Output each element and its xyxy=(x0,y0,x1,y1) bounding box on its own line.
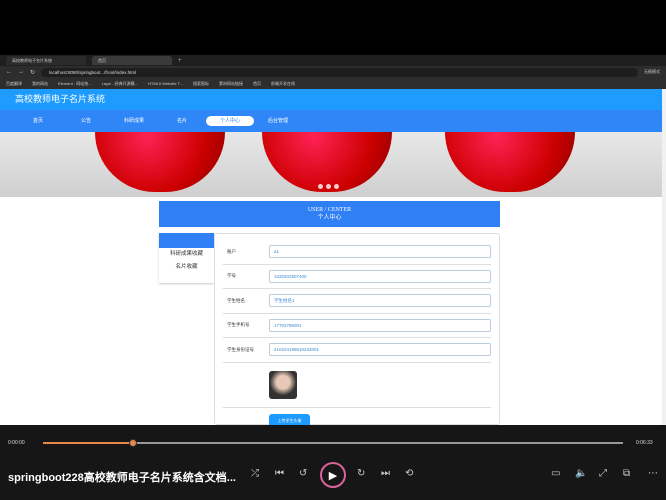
nav-admin[interactable]: 后台管理 xyxy=(254,116,302,126)
user-center-heading: USER / CENTER 个人中心 xyxy=(159,201,500,227)
bookmark[interactable]: HTML5 Website T... xyxy=(148,81,183,86)
heading-cn: 个人中心 xyxy=(317,215,342,221)
id-card-input[interactable]: 410224199610232001 xyxy=(269,343,491,357)
rewind-10-icon[interactable]: ↺ xyxy=(299,468,307,479)
browser-tab-bar: 高校教师电子名片系统 首页 + xyxy=(0,55,666,66)
video-controls: 0:00:00 0:06:33 springboot228高校教师电子名片系统含… xyxy=(0,425,666,500)
sidebar-item-card-fav[interactable]: 名片收藏 xyxy=(159,261,214,274)
shuffle-icon[interactable]: ⤮ xyxy=(251,468,259,479)
student-name-input[interactable]: 学生姓名1 xyxy=(269,294,491,308)
sidebar-item-research-fav[interactable]: 科研成果收藏 xyxy=(159,248,214,261)
phone-input[interactable]: 17703786001 xyxy=(269,318,491,332)
field-label: 学生身份证号 xyxy=(227,346,254,352)
back-icon[interactable]: ← xyxy=(6,69,12,75)
mini-player-icon[interactable]: ⧉ xyxy=(623,468,630,479)
carousel-dots[interactable] xyxy=(318,184,339,189)
subtitles-icon[interactable]: ▭ xyxy=(551,468,560,479)
forward-30-icon[interactable]: ↻ xyxy=(357,468,365,479)
duration: 0:06:33 xyxy=(636,440,653,446)
banner-carousel xyxy=(0,132,662,197)
bookmark[interactable]: Element - 网站快... xyxy=(58,81,92,87)
account-input[interactable]: a1 xyxy=(269,245,491,259)
profile-form: 账户 a1 学号 1020202907400 学生姓名 学生姓名1 学生手机号 1770… xyxy=(214,233,500,428)
url-input[interactable]: localhost:8080/springboot.../front/index… xyxy=(41,67,638,77)
avatar xyxy=(269,370,297,399)
seek-handle[interactable] xyxy=(128,439,137,447)
volume-icon[interactable]: 🔈 xyxy=(575,468,587,479)
field-label: 学号 xyxy=(227,273,236,279)
heading-en: USER / CENTER xyxy=(307,207,352,213)
nav-user-center[interactable]: 个人中心 xyxy=(206,116,254,126)
video-title: springboot228高校教师电子名片系统含文档... xyxy=(8,472,236,484)
field-label: 账户 xyxy=(227,248,236,254)
user-sidebar: 科研成果收藏 名片收藏 xyxy=(159,233,214,283)
profile-label[interactable]: 无痕模式 xyxy=(644,69,660,75)
main-nav: 首页 公告 科研成果 名片 个人中心 后台管理 xyxy=(0,110,662,132)
forward-icon[interactable]: → xyxy=(18,69,24,75)
repeat-off-icon[interactable]: ⟲ xyxy=(405,468,413,479)
bookmark[interactable]: 前端开发在线 xyxy=(271,81,295,87)
nav-home[interactable]: 首页 xyxy=(14,116,62,126)
bookmark[interactable]: 搜索图标 xyxy=(193,81,209,87)
page-scrollbar[interactable] xyxy=(662,89,666,425)
current-time: 0:00:00 xyxy=(8,440,25,446)
previous-icon[interactable]: ⏮ xyxy=(275,468,284,479)
next-icon[interactable]: ⏭ xyxy=(381,468,390,479)
address-bar: ← → ↻ localhost:8080/springboot.../front/i… xyxy=(0,66,666,78)
bookmark[interactable]: 百度翻译 xyxy=(6,81,22,87)
site-title: 高校教师电子名片系统 xyxy=(0,89,662,110)
seek-bar[interactable] xyxy=(43,439,623,447)
bookmark[interactable]: 我的网站 xyxy=(32,81,48,87)
field-label: 学生姓名 xyxy=(227,297,245,303)
browser-tab[interactable]: 首页 xyxy=(92,56,172,65)
play-button[interactable]: ▶ xyxy=(320,462,346,488)
bookmarks-bar: 百度翻译 我的网站 Element - 网站快... Layui - 经典开源模… xyxy=(0,78,666,89)
nav-notice[interactable]: 公告 xyxy=(62,116,110,126)
nav-cards[interactable]: 名片 xyxy=(158,116,206,126)
bookmark[interactable]: 首页 xyxy=(253,81,261,87)
browser-tab[interactable]: 高校教师电子名片系统 xyxy=(6,56,86,65)
new-tab-icon[interactable]: + xyxy=(178,58,182,64)
sidebar-active-item[interactable] xyxy=(159,233,214,248)
student-id-input[interactable]: 1020202907400 xyxy=(269,269,491,283)
bookmark[interactable]: Layui - 经典开源模... xyxy=(102,81,138,87)
field-label: 学生手机号 xyxy=(227,322,250,328)
reload-icon[interactable]: ↻ xyxy=(30,69,35,76)
more-icon[interactable]: ⋯ xyxy=(648,468,658,479)
fullscreen-icon[interactable]: ⤢ xyxy=(599,468,607,479)
nav-research[interactable]: 科研成果 xyxy=(110,116,158,126)
bookmark[interactable]: 素材网站链接 xyxy=(219,81,243,87)
